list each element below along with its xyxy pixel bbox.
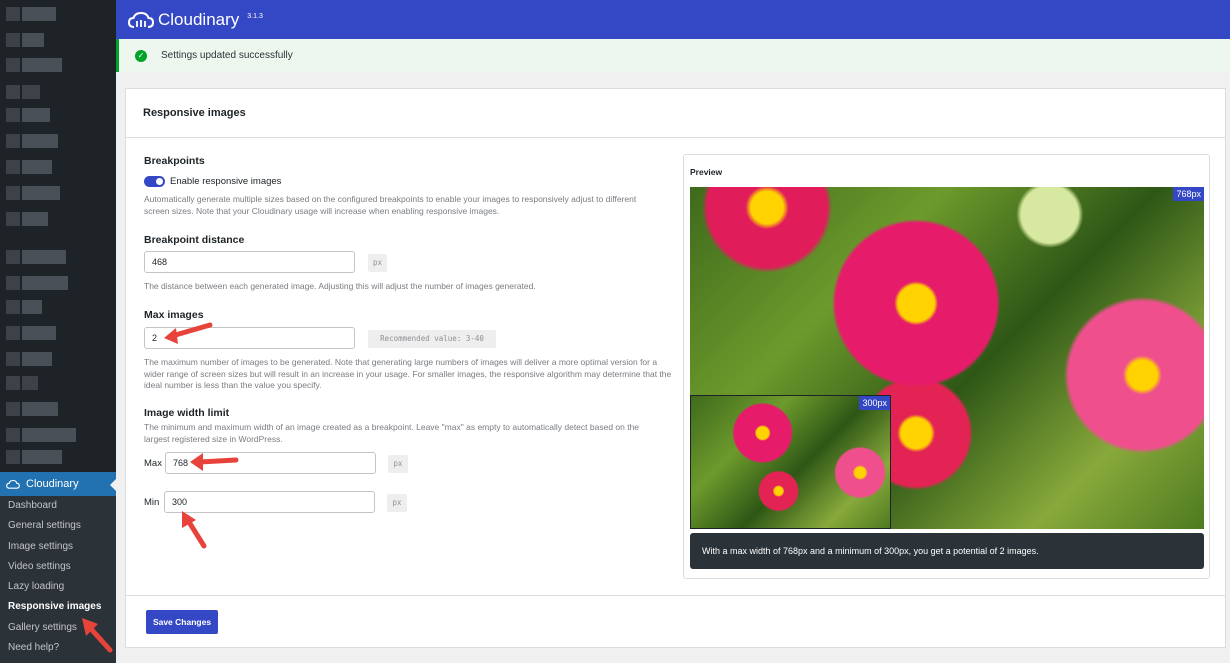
- breakpoint-distance-input[interactable]: 468: [144, 251, 355, 273]
- blurred-menu-item[interactable]: [0, 108, 50, 122]
- sidebar-item-lazy-loading[interactable]: Lazy loading: [0, 577, 116, 597]
- admin-sidebar: Cloudinary Dashboard General settings Im…: [0, 0, 116, 663]
- blurred-menu-item[interactable]: [0, 134, 58, 148]
- blurred-menu-item[interactable]: [0, 352, 52, 366]
- sidebar-item-general-settings[interactable]: General settings: [0, 516, 116, 536]
- preview-title: Preview: [690, 167, 723, 177]
- blurred-menu-item[interactable]: [0, 376, 38, 390]
- max-width-label: Max: [144, 458, 162, 469]
- plugin-header: Cloudinary 3.1.3: [116, 0, 1230, 39]
- large-size-tag: 768px: [1173, 187, 1204, 201]
- max-width-unit: px: [388, 455, 408, 473]
- blurred-menu-item[interactable]: [0, 402, 58, 416]
- distance-help: The distance between each generated imag…: [144, 281, 536, 291]
- breakpoints-help: Automatically generate multiple sizes ba…: [144, 194, 637, 216]
- toggle-label: Enable responsive images: [170, 176, 282, 187]
- max-images-hint: Recommended value: 3-40: [368, 330, 496, 348]
- blurred-menu-item[interactable]: [0, 58, 62, 72]
- small-size-tag: 300px: [859, 396, 890, 410]
- sidebar-item-cloudinary[interactable]: Cloudinary: [0, 472, 116, 496]
- blurred-menu-item[interactable]: [0, 450, 62, 464]
- notice-text: Settings updated successfully: [161, 50, 293, 61]
- blurred-menu-item[interactable]: [0, 212, 48, 226]
- blurred-menu-item[interactable]: [0, 250, 66, 264]
- success-notice: ✓ Settings updated successfully: [116, 39, 1230, 72]
- save-changes-button[interactable]: Save Changes: [146, 610, 218, 634]
- settings-panel: Responsive images Breakpoints Enable res…: [125, 88, 1226, 648]
- blurred-menu-item[interactable]: [0, 85, 40, 99]
- distance-unit: px: [368, 254, 387, 272]
- blurred-menu-item[interactable]: [0, 326, 56, 340]
- distance-title: Breakpoint distance: [144, 234, 245, 246]
- blurred-menu-item[interactable]: [0, 160, 52, 174]
- sidebar-item-dashboard[interactable]: Dashboard: [0, 496, 116, 516]
- footer-divider: [126, 595, 1225, 596]
- blurred-menu-item[interactable]: [0, 428, 76, 442]
- cloudinary-logo-icon: [128, 11, 154, 28]
- preview-image-large: 768px 300px: [690, 187, 1204, 529]
- width-limit-title: Image width limit: [144, 407, 230, 419]
- preview-box: Preview 768px 300px With a max width of …: [683, 154, 1210, 579]
- responsive-toggle[interactable]: [144, 176, 165, 187]
- sidebar-item-image-settings[interactable]: Image settings: [0, 537, 116, 557]
- min-width-unit: px: [387, 494, 407, 512]
- sidebar-item-video-settings[interactable]: Video settings: [0, 557, 116, 577]
- checkmark-icon: ✓: [135, 49, 147, 62]
- max-images-help: The maximum number of images to be gener…: [144, 357, 672, 390]
- annotation-arrow-icon: [190, 453, 239, 471]
- preview-caption: With a max width of 768px and a minimum …: [690, 533, 1204, 569]
- annotation-arrow-icon: [182, 511, 207, 549]
- blurred-menu-item[interactable]: [0, 276, 68, 290]
- sidebar-plugin-label: Cloudinary: [26, 478, 79, 490]
- breakpoints-title: Breakpoints: [144, 155, 205, 167]
- blurred-menu-item[interactable]: [0, 33, 44, 47]
- width-limit-help: The minimum and maximum width of an imag…: [144, 422, 640, 444]
- blurred-menu-item[interactable]: [0, 7, 56, 21]
- annotation-arrow-icon: [164, 322, 213, 344]
- blurred-menu-item[interactable]: [0, 186, 60, 200]
- brand-name: Cloudinary: [158, 9, 240, 29]
- brand-version: 3.1.3: [247, 13, 263, 20]
- preview-image-small: 300px: [690, 395, 891, 529]
- annotation-arrow-icon: [82, 618, 113, 653]
- panel-title: Responsive images: [126, 89, 1225, 138]
- min-width-label: Min: [144, 497, 160, 508]
- cloud-icon: [6, 479, 20, 489]
- blurred-menu-item[interactable]: [0, 300, 42, 314]
